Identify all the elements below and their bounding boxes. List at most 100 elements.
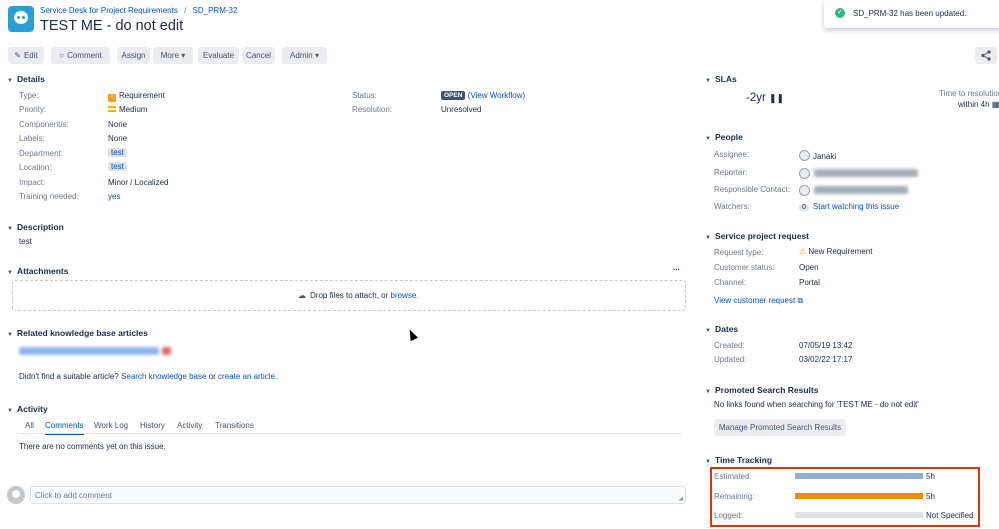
activity-heading[interactable]: ▼ Activity [7, 404, 48, 414]
tab-activity[interactable]: Activity [177, 421, 202, 430]
tab-transitions[interactable]: Transitions [215, 421, 254, 430]
edit-button[interactable]: ✎ Edit [8, 47, 44, 64]
start-watching-link[interactable]: Start watching this issue [813, 202, 899, 211]
priority-value: Medium [108, 105, 147, 114]
watchers-label: Watchers: [714, 202, 750, 211]
kb-footer: Didn't find a suitable article? Search k… [19, 372, 277, 381]
customer-status-label: Customer status: [714, 263, 775, 272]
cancel-button[interactable]: Cancel [242, 47, 275, 64]
location-tag[interactable]: test [108, 162, 127, 171]
user-avatar [7, 486, 25, 504]
time-tracking-heading[interactable]: ▼ Time Tracking [705, 455, 772, 465]
promoted-heading[interactable]: ▼ Promoted Search Results [705, 385, 818, 395]
impact-value: Minor / Localized [108, 178, 169, 187]
slas-heading[interactable]: ▼ SLAs [705, 74, 737, 84]
kb-article-link-redacted[interactable] [19, 347, 159, 355]
admin-label: Admin [290, 51, 313, 60]
responsible-contact-label: Responsible Contact: [714, 185, 791, 194]
attachments-more-button[interactable]: ... [673, 263, 680, 272]
chevron-down-icon: ▾ [314, 51, 319, 60]
pause-icon: ❚❚ [769, 93, 785, 103]
training-value: yes [108, 192, 120, 201]
kb-heading[interactable]: ▼ Related knowledge base articles [7, 328, 148, 338]
created-label: Created: [714, 341, 745, 350]
kb-or-text: or [208, 372, 216, 381]
status-value: OPEN (View Workflow) [441, 91, 525, 100]
attachments-heading[interactable]: ▼ Attachments [7, 266, 68, 276]
status-label: Status: [352, 91, 377, 100]
assign-button[interactable]: Assign [117, 47, 150, 64]
service-request-heading-label: Service project request [715, 231, 810, 241]
description-heading-label: Description [17, 222, 64, 232]
details-heading[interactable]: ▼ Details [7, 74, 45, 84]
mouse-cursor-icon [406, 327, 418, 342]
search-kb-link[interactable]: Search knowledge base [121, 372, 206, 381]
view-customer-request[interactable]: View customer request ⧉ [714, 296, 803, 306]
resize-grip-icon[interactable]: ◢ [678, 495, 683, 502]
logged-bar [795, 512, 923, 518]
comment-button[interactable]: ○ Comment [51, 47, 110, 64]
department-value: test [108, 148, 127, 157]
view-customer-request-link[interactable]: View customer request [714, 296, 795, 305]
attachment-dropzone[interactable]: ☁ Drop files to attach, or browse. [12, 280, 686, 311]
assignee-value[interactable]: Janaki [799, 150, 836, 161]
tab-work-log[interactable]: Work Log [94, 421, 128, 430]
description-heading[interactable]: ▼ Description [7, 222, 64, 232]
evaluate-label: Evaluate [202, 51, 235, 60]
remaining-label: Remaining: [714, 492, 755, 501]
promoted-heading-label: Promoted Search Results [715, 385, 819, 395]
request-type-text: New Requirement [808, 247, 873, 256]
tab-history[interactable]: History [140, 421, 165, 430]
create-article-link[interactable]: create an article. [218, 372, 277, 381]
logged-label: Logged: [714, 511, 743, 520]
admin-button[interactable]: Admin ▾ [282, 47, 327, 64]
people-heading[interactable]: ▼ People [705, 132, 743, 142]
no-comments-text: There are no comments yet on this issue. [19, 442, 166, 451]
customer-status-value: Open [799, 263, 819, 272]
people-heading-label: People [715, 132, 743, 142]
dates-heading[interactable]: ▼ Dates [705, 324, 738, 334]
type-label: Type: [19, 91, 39, 100]
manage-promoted-results-button[interactable]: Manage Promoted Search Results [714, 419, 846, 436]
reporter-value[interactable] [799, 168, 813, 179]
breadcrumb-issue-key[interactable]: SD_PRM-32 [193, 6, 238, 15]
issue-title[interactable]: TEST ME - do not edit [40, 18, 183, 34]
more-button[interactable]: More ▾ [153, 47, 193, 64]
success-toast: ✓ SD_PRM-32 has been updated. [824, 0, 999, 28]
estimated-value: 5h [926, 472, 935, 481]
chevron-down-icon: ▼ [705, 389, 711, 395]
department-label: Department: [19, 149, 64, 158]
chevron-down-icon: ▼ [7, 226, 13, 232]
add-comment-field[interactable]: Click to add comment ◢ [30, 486, 686, 504]
chevron-down-icon: ▼ [705, 235, 711, 241]
department-tag[interactable]: test [108, 148, 127, 157]
training-link[interactable]: yes [108, 192, 120, 201]
impact-label: Impact: [19, 178, 46, 187]
attachments-heading-label: Attachments [17, 266, 69, 276]
slas-heading-label: SLAs [715, 74, 737, 84]
view-workflow-link[interactable]: (View Workflow) [468, 91, 526, 100]
sla-target-label: Time to resolution [939, 89, 999, 98]
sla-target-value: within 4h ▦ [958, 100, 999, 109]
service-request-heading[interactable]: ▼ Service project request [705, 231, 809, 241]
type-value: ! Requirement [108, 91, 165, 102]
warning-icon: ⚠ [799, 247, 807, 256]
avatar [799, 168, 810, 179]
description-text[interactable]: test [19, 237, 32, 246]
responsible-contact-redacted [814, 186, 908, 194]
evaluate-button[interactable]: Evaluate [198, 47, 239, 64]
kb-not-found-text: Didn't find a suitable article? [19, 372, 119, 381]
comment-label: Comment [67, 51, 102, 60]
assign-label: Assign [121, 51, 146, 60]
share-button[interactable] [975, 47, 997, 64]
breadcrumb-project-link[interactable]: Service Desk for Project Requirements [40, 6, 178, 15]
responsible-contact-value[interactable] [799, 185, 813, 196]
project-avatar[interactable] [8, 6, 34, 32]
browse-link[interactable]: browse. [391, 291, 419, 300]
sla-value: -2yr ❚❚ [746, 92, 784, 104]
status-badge: OPEN [441, 91, 466, 100]
calendar-icon: ▦ [991, 100, 999, 109]
channel-label: Channel: [714, 278, 747, 287]
details-heading-label: Details [17, 74, 45, 84]
tab-all[interactable]: All [25, 421, 34, 430]
